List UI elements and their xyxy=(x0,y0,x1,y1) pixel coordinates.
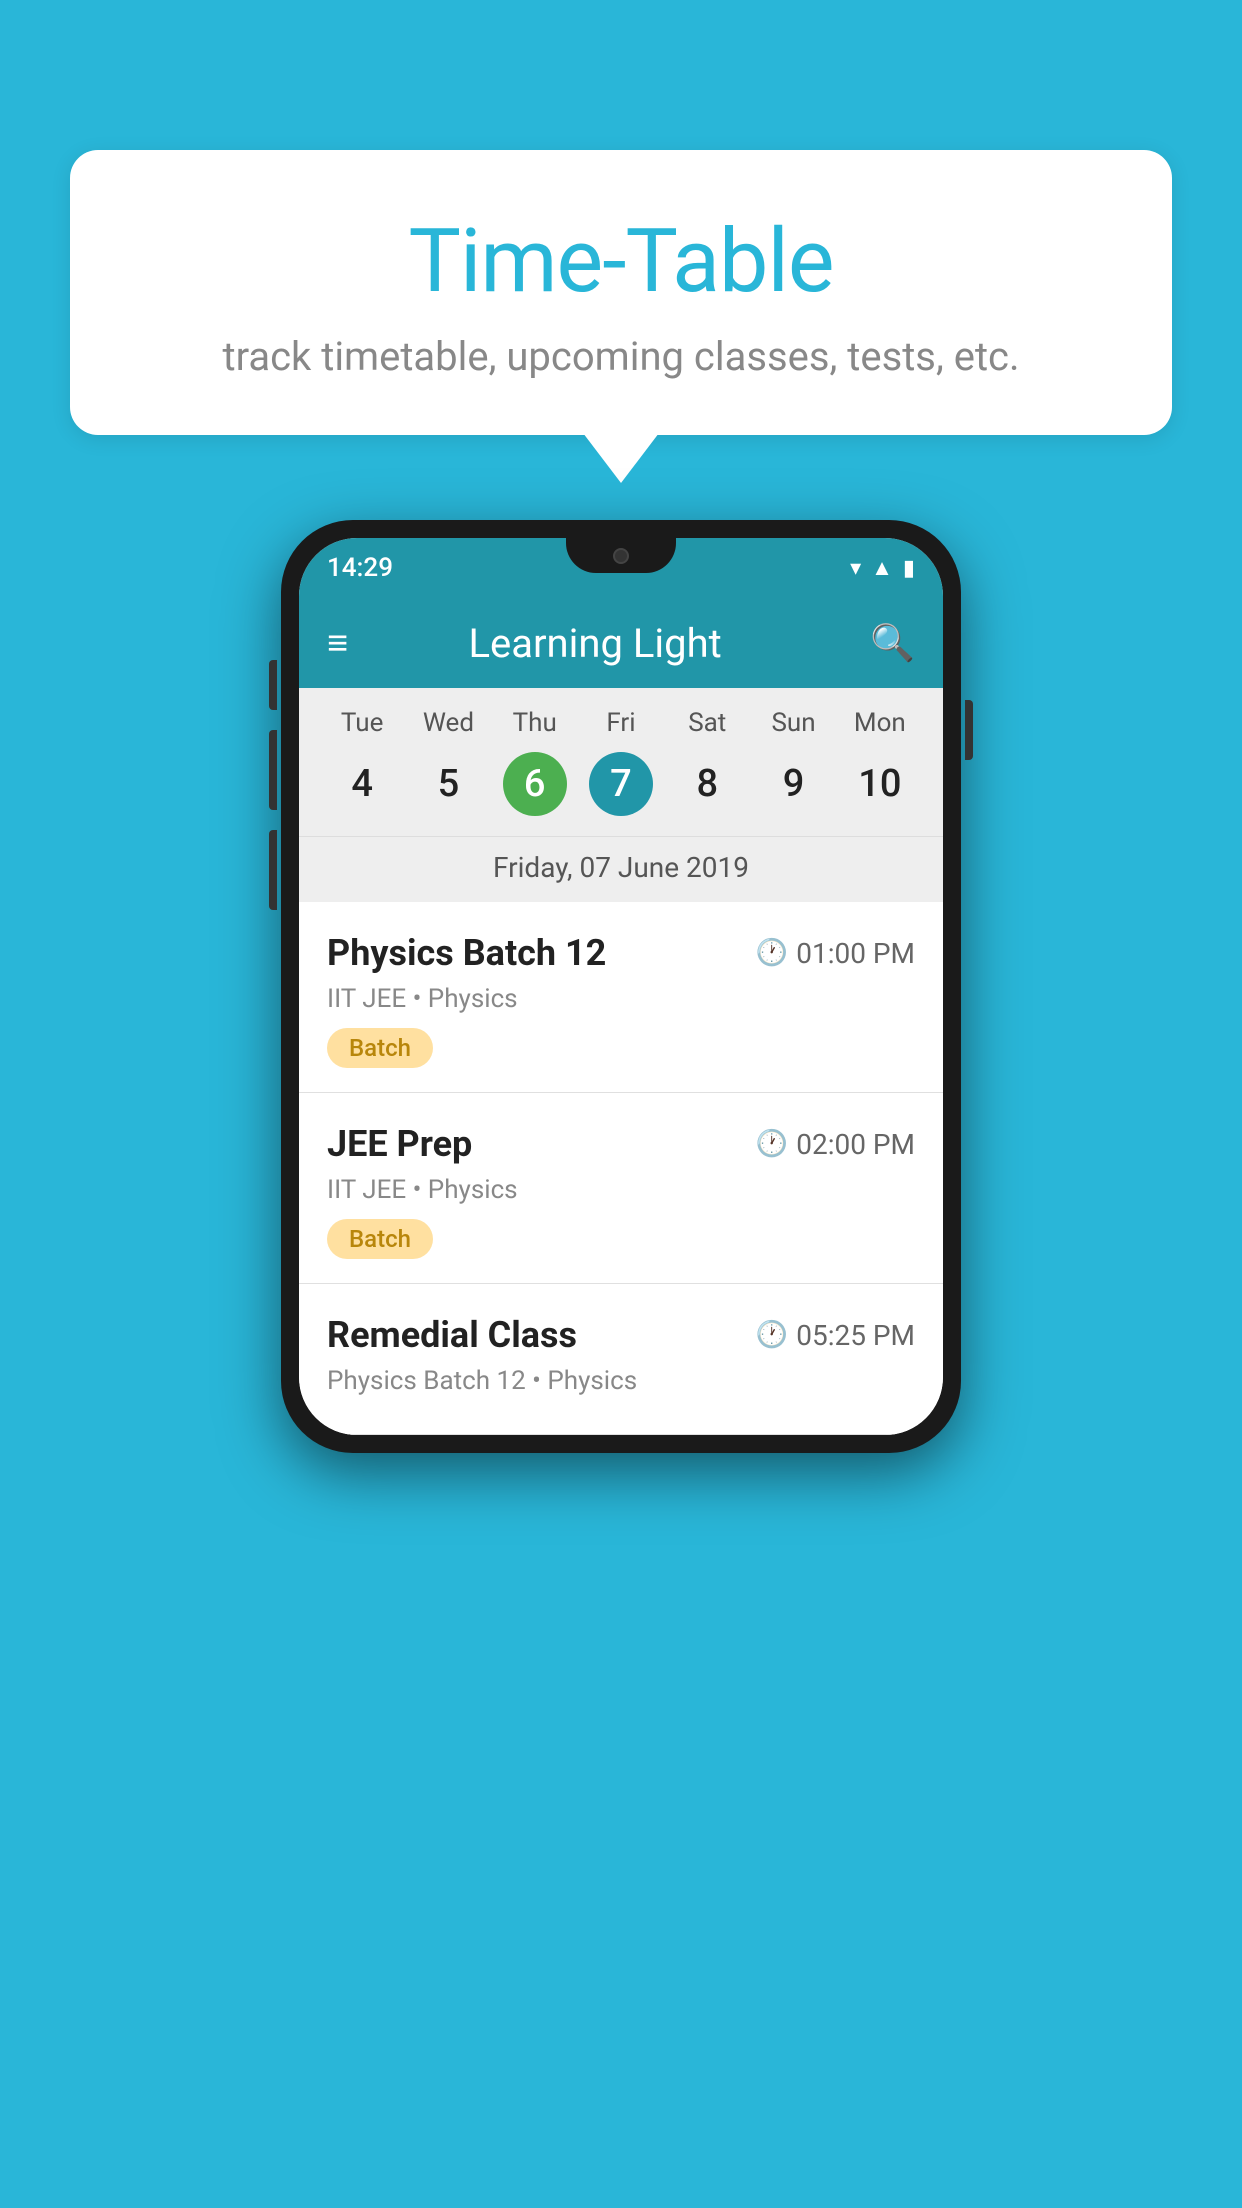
day-number: 8 xyxy=(675,752,739,816)
speech-bubble: Time-Table track timetable, upcoming cla… xyxy=(70,150,1172,435)
time-text: 05:25 PM xyxy=(796,1319,915,1352)
calendar-strip: Tue 4 Wed 5 Thu 6 Fri 7 Sat 8 Sun 9 Mon 10 Friday, 07… xyxy=(299,688,943,902)
day-number: 10 xyxy=(848,752,912,816)
phone: 14:29 ▾ ▲ ▮ ≡ Learning Light 🔍 xyxy=(281,520,961,1453)
time-text: 01:00 PM xyxy=(796,937,915,970)
schedule-item-2[interactable]: Remedial Class 🕐 05:25 PM Physics Batch 12 … xyxy=(299,1284,943,1435)
schedule-item-header: JEE Prep 🕐 02:00 PM xyxy=(327,1123,915,1165)
day-name: Mon xyxy=(854,708,906,738)
phone-power-button xyxy=(965,700,973,760)
schedule-item-header: Physics Batch 12 🕐 01:00 PM xyxy=(327,932,915,974)
status-bar: 14:29 ▾ ▲ ▮ xyxy=(299,538,943,598)
day-item-sun[interactable]: Sun 9 xyxy=(762,708,826,836)
phone-mute-button xyxy=(269,660,277,710)
day-number: 6 xyxy=(503,752,567,816)
day-name: Sun xyxy=(771,708,815,738)
day-number: 7 xyxy=(589,752,653,816)
day-item-wed[interactable]: Wed 5 xyxy=(416,708,480,836)
days-row: Tue 4 Wed 5 Thu 6 Fri 7 Sat 8 Sun 9 Mon 10 xyxy=(299,708,943,836)
day-number: 5 xyxy=(416,752,480,816)
clock-icon: 🕐 xyxy=(756,1320,788,1350)
phone-screen: 14:29 ▾ ▲ ▮ ≡ Learning Light 🔍 xyxy=(299,538,943,1435)
speech-bubble-title: Time-Table xyxy=(150,210,1092,313)
schedule-list: Physics Batch 12 🕐 01:00 PM IIT JEE • Physi… xyxy=(299,902,943,1435)
notch xyxy=(566,538,676,573)
phone-container: 14:29 ▾ ▲ ▮ ≡ Learning Light 🔍 xyxy=(281,520,961,1453)
day-item-tue[interactable]: Tue 4 xyxy=(330,708,394,836)
app-bar-title: Learning Light xyxy=(320,620,870,667)
day-number: 9 xyxy=(762,752,826,816)
schedule-item-title: Remedial Class xyxy=(327,1314,577,1356)
schedule-item-header: Remedial Class 🕐 05:25 PM xyxy=(327,1314,915,1356)
schedule-item-subtitle: Physics Batch 12 • Physics xyxy=(327,1366,915,1396)
day-item-thu[interactable]: Thu 6 xyxy=(503,708,567,836)
schedule-item-time: 🕐 01:00 PM xyxy=(756,937,915,970)
app-bar: ≡ Learning Light 🔍 xyxy=(299,598,943,688)
day-name: Sat xyxy=(688,708,726,738)
schedule-item-1[interactable]: JEE Prep 🕐 02:00 PM IIT JEE • Physics Batch xyxy=(299,1093,943,1284)
phone-volume-up-button xyxy=(269,730,277,810)
schedule-item-title: JEE Prep xyxy=(327,1123,472,1165)
selected-date-label: Friday, 07 June 2019 xyxy=(299,836,943,902)
schedule-item-subtitle: IIT JEE • Physics xyxy=(327,1175,915,1205)
day-number: 4 xyxy=(330,752,394,816)
schedule-item-subtitle: IIT JEE • Physics xyxy=(327,984,915,1014)
day-name: Tue xyxy=(341,708,383,738)
camera xyxy=(613,548,629,564)
day-name: Wed xyxy=(423,708,474,738)
wifi-icon: ▾ xyxy=(850,556,861,581)
schedule-item-time: 🕐 05:25 PM xyxy=(756,1319,915,1352)
day-name: Fri xyxy=(606,708,635,738)
signal-icon: ▲ xyxy=(871,555,893,581)
day-item-fri[interactable]: Fri 7 xyxy=(589,708,653,836)
speech-bubble-container: Time-Table track timetable, upcoming cla… xyxy=(70,150,1172,435)
day-name: Thu xyxy=(513,708,557,738)
schedule-item-time: 🕐 02:00 PM xyxy=(756,1128,915,1161)
speech-bubble-subtitle: track timetable, upcoming classes, tests… xyxy=(150,333,1092,380)
schedule-badge: Batch xyxy=(327,1028,433,1068)
search-icon[interactable]: 🔍 xyxy=(870,622,915,664)
status-time: 14:29 xyxy=(327,553,393,583)
schedule-item-0[interactable]: Physics Batch 12 🕐 01:00 PM IIT JEE • Physi… xyxy=(299,902,943,1093)
clock-icon: 🕐 xyxy=(756,1129,788,1159)
phone-volume-down-button xyxy=(269,830,277,910)
day-item-sat[interactable]: Sat 8 xyxy=(675,708,739,836)
battery-icon: ▮ xyxy=(903,556,915,581)
clock-icon: 🕐 xyxy=(756,938,788,968)
day-item-mon[interactable]: Mon 10 xyxy=(848,708,912,836)
time-text: 02:00 PM xyxy=(796,1128,915,1161)
schedule-badge: Batch xyxy=(327,1219,433,1259)
status-icons: ▾ ▲ ▮ xyxy=(850,555,915,581)
schedule-item-title: Physics Batch 12 xyxy=(327,932,606,974)
